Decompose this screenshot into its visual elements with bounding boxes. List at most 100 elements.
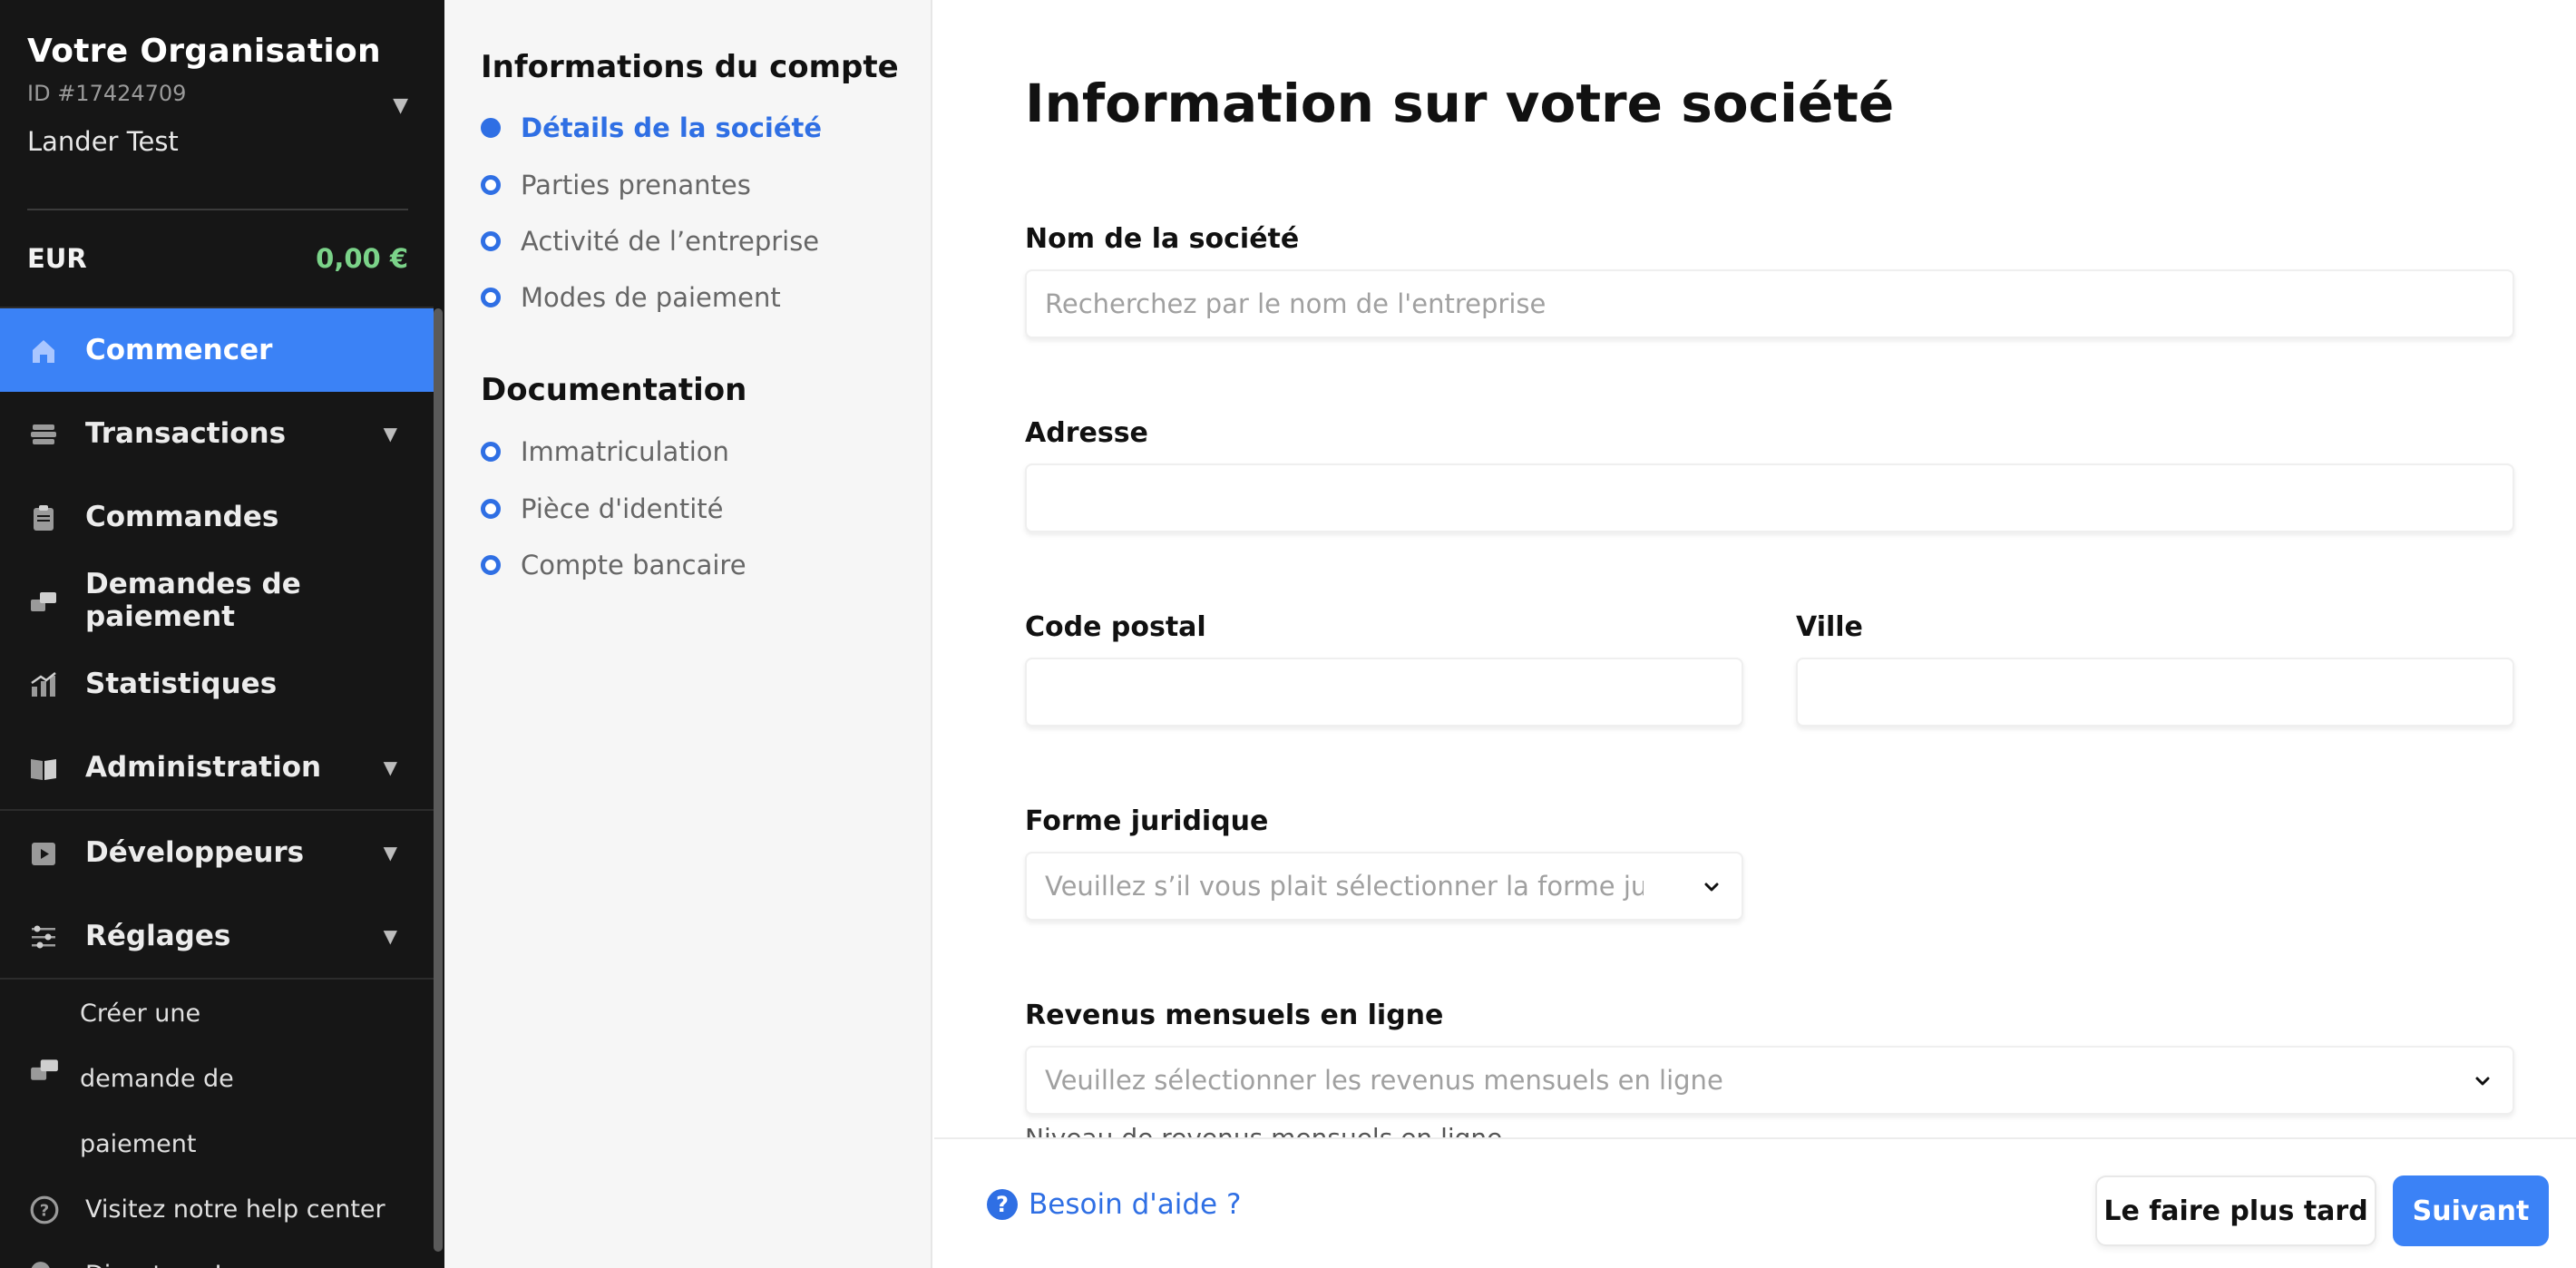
divider [0, 978, 434, 980]
sliders-icon [32, 925, 55, 949]
step-dot-icon [481, 118, 501, 138]
step-registration[interactable]: Immatriculation [481, 436, 729, 467]
divider [27, 209, 408, 210]
sidebar-item-developpeurs[interactable]: Développeurs ▼ [0, 811, 434, 894]
company-name-label: Nom de la société [1025, 223, 1300, 255]
form-footer: ? Besoin d'aide ? Le faire plus tard Sui… [934, 1137, 2576, 1268]
sidebar-item-demandes-de-paiement[interactable]: Demandes de paiement [0, 559, 434, 642]
sidebar-item-commandes[interactable]: Commandes [0, 475, 434, 559]
user-name: Lander Test [27, 126, 179, 157]
chevron-down-icon [2475, 1077, 2490, 1086]
organization-switcher[interactable]: Votre Organisation ID #17424709 ▼ Lander… [27, 33, 408, 157]
sidebar: Votre Organisation ID #17424709 ▼ Lander… [0, 0, 444, 1268]
caret-down-icon: ▼ [383, 842, 397, 863]
step-dot-icon [481, 231, 501, 251]
revenue-helper-text: Niveau de revenus mensuels en ligne [1025, 1123, 1502, 1137]
sidebar-item-label: Statistiques [85, 668, 278, 700]
sidebar-item-label: Réglages [85, 920, 231, 952]
book-icon [31, 759, 56, 780]
home-icon [33, 340, 54, 363]
step-label: Compte bancaire [521, 550, 746, 580]
step-bank-account[interactable]: Compte bancaire [481, 550, 746, 580]
sidebar-item-label: Commandes [85, 501, 279, 533]
company-info-form: Information sur votre société Nom de la … [934, 0, 2576, 1137]
step-label: Modes de paiement [521, 282, 781, 313]
onboarding-steps: Informations du compte Détails de la soc… [444, 0, 932, 1268]
organization-name: Votre Organisation [27, 33, 381, 70]
step-stakeholders[interactable]: Parties prenantes [481, 170, 751, 200]
question-circle-icon: ? [30, 1195, 59, 1224]
sidebar-scrollbar[interactable] [434, 308, 443, 1252]
balance-row: EUR 0,00 € [27, 243, 408, 274]
question-circle-icon: ? [987, 1189, 1018, 1220]
sidebar-item-label: Demandes de paiement [85, 568, 301, 633]
city-input[interactable] [1796, 658, 2514, 727]
sidebar-item-statistiques[interactable]: Statistiques [0, 642, 434, 726]
postal-code-label: Code postal [1025, 611, 1206, 643]
sidebar-item-label: Administration [85, 751, 322, 784]
payment-request-icon [31, 1059, 58, 1080]
city-label: Ville [1796, 611, 1863, 643]
chat-icon [31, 1262, 50, 1268]
legal-form-label: Forme juridique [1025, 805, 1269, 837]
help-label: Besoin d'aide ? [1029, 1188, 1242, 1221]
address-label: Adresse [1025, 417, 1148, 449]
address-input[interactable] [1025, 463, 2514, 532]
caret-down-icon[interactable]: ▼ [393, 94, 408, 117]
chat-link[interactable]: Discutons ! [0, 1243, 434, 1268]
balance-amount: 0,00 € [316, 243, 408, 274]
steps-section-title: Documentation [481, 372, 747, 408]
step-label: Immatriculation [521, 436, 729, 467]
later-button[interactable]: Le faire plus tard [2095, 1175, 2376, 1246]
step-label: Parties prenantes [521, 170, 751, 200]
step-label: Pièce d'identité [521, 493, 724, 524]
sidebar-item-label: Développeurs [85, 836, 305, 869]
postal-code-input[interactable] [1025, 658, 1743, 727]
step-label: Détails de la société [521, 112, 823, 143]
play-box-icon [32, 843, 55, 865]
steps-section-title: Informations du compte [481, 49, 899, 85]
sidebar-bottom-links: Créer une demande de paiement ? Visitez … [0, 981, 434, 1268]
step-dot-icon [481, 288, 501, 307]
caret-down-icon: ▼ [383, 925, 397, 947]
step-company-details[interactable]: Détails de la société [481, 112, 822, 143]
step-business-activity[interactable]: Activité de l’entreprise [481, 226, 819, 257]
caret-down-icon: ▼ [383, 756, 397, 778]
link-label: Discutons ! [85, 1261, 223, 1268]
legal-form-placeholder: Veuillez s’il vous plait sélectionner la… [1045, 871, 1644, 902]
page-title: Information sur votre société [1025, 73, 1895, 134]
step-identity-document[interactable]: Pièce d'identité [481, 493, 723, 524]
create-payment-request-link[interactable]: Créer une demande de paiement [0, 981, 308, 1177]
step-dot-icon [481, 442, 501, 462]
chart-icon [31, 672, 56, 697]
chevron-down-icon [1704, 883, 1719, 892]
link-label: Créer une demande de paiement [80, 1000, 234, 1158]
step-dot-icon [481, 175, 501, 195]
sidebar-item-administration[interactable]: Administration ▼ [0, 726, 434, 809]
svg-text:?: ? [40, 1201, 49, 1220]
help-link[interactable]: ? Besoin d'aide ? [987, 1188, 1241, 1221]
step-dot-icon [481, 555, 501, 575]
sidebar-item-label: Commencer [85, 334, 273, 366]
sidebar-nav: Commencer Transactions ▼ Commandes Deman… [0, 308, 434, 980]
organization-id: ID #17424709 [27, 81, 187, 106]
step-label: Activité de l’entreprise [521, 226, 820, 257]
layers-icon [31, 424, 56, 444]
sidebar-item-reglages[interactable]: Réglages ▼ [0, 894, 434, 978]
step-payment-methods[interactable]: Modes de paiement [481, 282, 781, 313]
step-dot-icon [481, 499, 501, 519]
currency-label: EUR [27, 243, 87, 274]
caret-down-icon: ▼ [383, 423, 397, 444]
next-button[interactable]: Suivant [2393, 1175, 2549, 1246]
company-name-input[interactable]: Recherchez par le nom de l'entreprise [1025, 269, 2514, 338]
revenue-label: Revenus mensuels en ligne [1025, 1000, 1444, 1031]
sidebar-item-transactions[interactable]: Transactions ▼ [0, 392, 434, 475]
legal-form-select[interactable]: Veuillez s’il vous plait sélectionner la… [1025, 852, 1743, 921]
link-label: Visitez notre help center [85, 1195, 385, 1224]
revenue-select[interactable]: Veuillez sélectionner les revenus mensue… [1025, 1046, 2514, 1115]
help-center-link[interactable]: ? Visitez notre help center [0, 1177, 434, 1243]
revenue-placeholder: Veuillez sélectionner les revenus mensue… [1045, 1065, 1723, 1096]
sidebar-item-commencer[interactable]: Commencer [0, 308, 434, 392]
clipboard-icon [34, 505, 54, 531]
payment-request-icon [31, 592, 56, 611]
